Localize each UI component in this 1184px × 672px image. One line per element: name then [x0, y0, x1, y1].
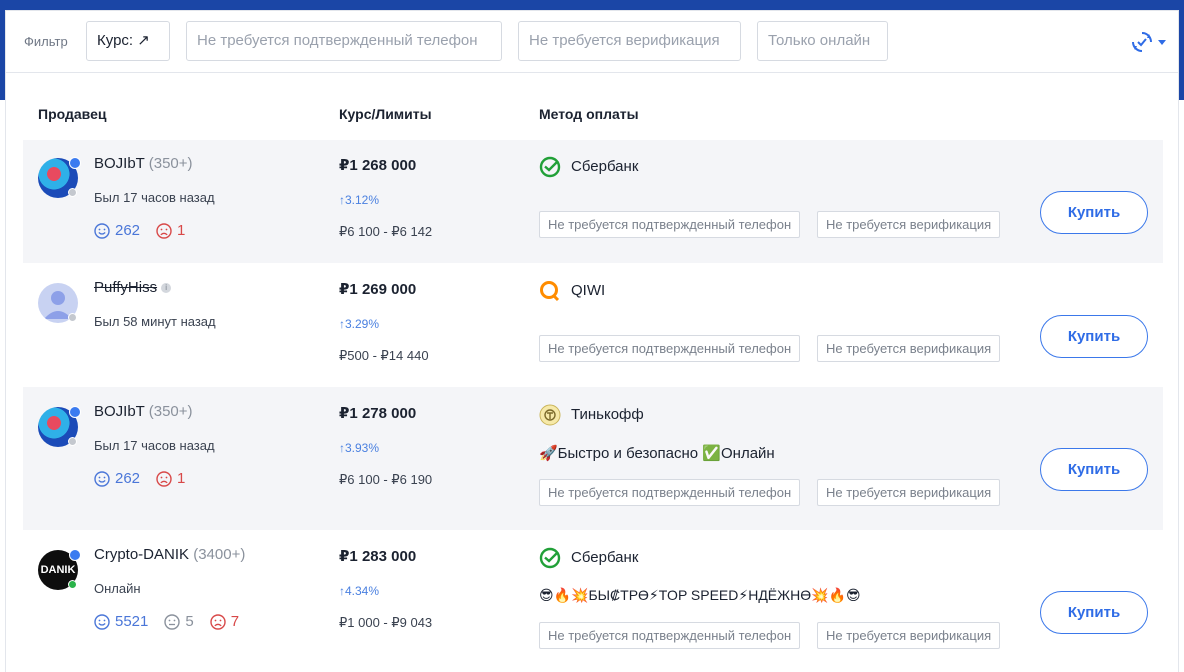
- online-status-icon: [68, 580, 77, 589]
- payment-method: Сбербанк: [571, 549, 639, 566]
- negative-feedback: 7: [210, 613, 239, 630]
- offer-limits: ₽6 100 - ₽6 190: [339, 472, 433, 487]
- neutral-face-icon: [164, 613, 181, 630]
- offer-price: ₽1 268 000: [339, 157, 417, 174]
- seller-name[interactable]: Crypto-DANIK (3400+): [94, 546, 245, 563]
- offer-description: 😎🔥💥БЫ₡ТРӨ⚡TOP SPEED⚡НДЁЖНӨ💥🔥😎: [539, 587, 861, 603]
- filter-chip-no-phone[interactable]: Не требуется подтвержденный телефон: [186, 21, 502, 61]
- filter-chip-no-verification[interactable]: Не требуется верификация: [518, 21, 741, 61]
- offer-price: ₽1 283 000: [339, 548, 417, 565]
- sad-face-icon: [156, 470, 172, 487]
- last-seen: Был 17 часов назад: [94, 190, 215, 205]
- filter-bar: Фильтр Курс: ↗ Не требуется подтвержденн…: [6, 11, 1178, 73]
- negative-feedback: 1: [156, 470, 185, 487]
- buy-button[interactable]: Купить: [1040, 591, 1148, 634]
- tag-no-phone: Не требуется подтвержденный телефон: [539, 479, 801, 506]
- tag-no-verification: Не требуется верификация: [817, 479, 1001, 506]
- tag-no-phone: Не требуется подтвержденный телефон: [539, 622, 801, 649]
- offer-row: PuffyHiss i Был 58 минут назад ₽1 269 000…: [23, 263, 1163, 387]
- smile-icon: [94, 613, 110, 630]
- offer-price: ₽1 269 000: [339, 281, 417, 298]
- seller-name[interactable]: PuffyHiss i: [94, 279, 172, 296]
- last-seen: Был 58 минут назад: [94, 314, 216, 329]
- offer-row: BOJIbT (350+) Был 17 часов назад 262 1 ₽…: [23, 387, 1163, 530]
- neutral-feedback: 5: [164, 613, 194, 630]
- positive-feedback: 262: [94, 470, 140, 487]
- buy-button[interactable]: Купить: [1040, 191, 1148, 234]
- offer-limits: ₽500 - ₽14 440: [339, 348, 429, 363]
- offer-price: ₽1 278 000: [339, 405, 417, 422]
- offline-status-icon: [68, 437, 77, 446]
- payment-method: Сбербанк: [571, 158, 639, 175]
- offer-markup: ↑3.12%: [339, 193, 380, 207]
- offer-markup: ↑3.93%: [339, 441, 380, 455]
- last-seen: Был 17 часов назад: [94, 438, 215, 453]
- sad-face-icon: [210, 613, 226, 630]
- sad-face-icon: [156, 222, 172, 239]
- verified-badge-icon: [69, 157, 81, 169]
- negative-feedback: 1: [156, 222, 185, 239]
- tag-no-phone: Не требуется подтвержденный телефон: [539, 211, 801, 238]
- offer-description: 🚀Быстро и безопасно ✅Онлайн: [539, 445, 775, 462]
- smile-icon: [94, 470, 110, 487]
- offer-row: BOJIbT (350+) Был 17 часов назад 262 1 ₽…: [23, 140, 1163, 263]
- seller-name[interactable]: BOJIbT (350+): [94, 155, 193, 172]
- column-header-method: Метод оплаты: [539, 106, 639, 122]
- filter-chip-rate-sort[interactable]: Курс: ↗: [86, 21, 170, 61]
- smile-icon: [94, 222, 110, 239]
- tag-no-phone: Не требуется подтвержденный телефон: [539, 335, 801, 362]
- sberbank-icon: [539, 547, 561, 569]
- tag-no-verification: Не требуется верификация: [817, 211, 1001, 238]
- payment-method: QIWI: [571, 282, 606, 299]
- payment-method: Тинькофф: [571, 406, 644, 423]
- refresh-icon: [1132, 32, 1152, 52]
- sberbank-icon: [539, 156, 561, 178]
- offer-limits: ₽6 100 - ₽6 142: [339, 224, 433, 239]
- last-seen: Онлайн: [94, 581, 141, 596]
- tag-no-verification: Не требуется верификация: [817, 335, 1001, 362]
- positive-feedback: 262: [94, 222, 140, 239]
- offers-card: Фильтр Курс: ↗ Не требуется подтвержденн…: [5, 10, 1179, 672]
- verified-badge-icon: [69, 406, 81, 418]
- offline-status-icon: [68, 313, 77, 322]
- buy-button[interactable]: Купить: [1040, 448, 1148, 491]
- offer-markup: ↑4.34%: [339, 584, 380, 598]
- seller-feedback: 262 1: [94, 470, 185, 487]
- buy-button[interactable]: Купить: [1040, 315, 1148, 358]
- verified-badge-icon: [69, 549, 81, 561]
- offer-markup: ↑3.29%: [339, 317, 380, 331]
- chevron-down-icon: [1158, 39, 1166, 45]
- offer-limits: ₽1 000 - ₽9 043: [339, 615, 433, 630]
- offline-status-icon: [68, 188, 77, 197]
- positive-feedback: 5521: [94, 613, 148, 630]
- seller-feedback: 262 1: [94, 222, 185, 239]
- info-icon[interactable]: i: [161, 283, 172, 294]
- auto-refresh-dropdown[interactable]: [1120, 29, 1166, 55]
- filter-label: Фильтр: [24, 34, 68, 49]
- filter-chip-online-only[interactable]: Только онлайн: [757, 21, 888, 61]
- seller-name[interactable]: BOJIbT (350+): [94, 403, 193, 420]
- qiwi-icon: [540, 281, 560, 302]
- tinkoff-icon: [539, 404, 561, 426]
- column-header-rate: Курс/Лимиты: [339, 106, 432, 122]
- seller-feedback: 5521 5 7: [94, 613, 239, 630]
- offer-row: DANIK Crypto-DANIK (3400+) Онлайн 5521 5…: [23, 530, 1163, 672]
- column-header-seller: Продавец: [38, 106, 107, 122]
- tag-no-verification: Не требуется верификация: [817, 622, 1001, 649]
